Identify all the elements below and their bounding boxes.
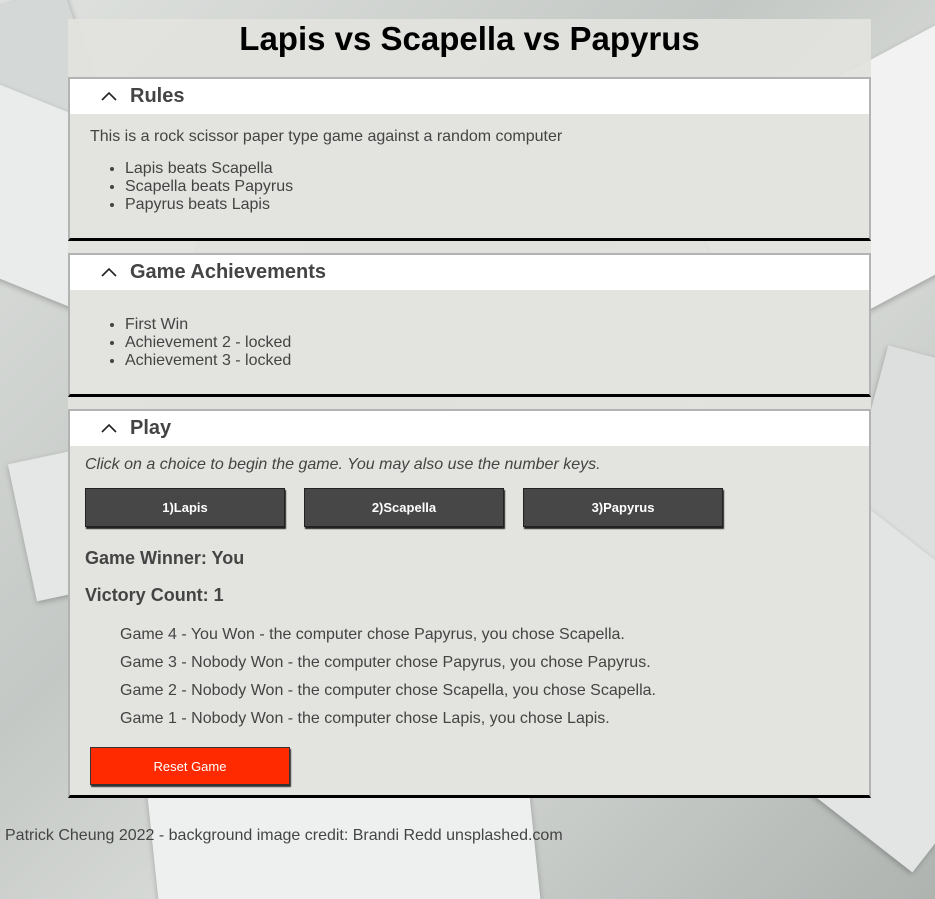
achievement-item: Achievement 3 - locked	[125, 352, 849, 370]
footer-credit: Patrick Cheung 2022 - background image c…	[5, 827, 563, 844]
reset-game-button[interactable]: Reset Game	[90, 747, 290, 785]
papyrus-button[interactable]: 3)Papyrus	[523, 488, 723, 527]
play-title: Play	[130, 417, 172, 439]
game-winner: Game Winner: You	[85, 548, 245, 568]
achievements-title: Game Achievements	[130, 261, 327, 283]
rules-body: This is a rock scissor paper type game a…	[70, 114, 869, 238]
rule-item: Scapella beats Papyrus	[125, 178, 849, 196]
rules-section: Rules This is a rock scissor paper type …	[68, 77, 871, 241]
rule-item: Papyrus beats Lapis	[125, 196, 849, 214]
page-title: Lapis vs Scapella vs Papyrus	[239, 20, 700, 57]
play-header[interactable]: Play	[70, 411, 869, 446]
rules-title: Rules	[130, 85, 185, 107]
scapella-button[interactable]: 2)Scapella	[304, 488, 504, 527]
victory-count: Victory Count: 1	[85, 585, 224, 605]
play-body: Click on a choice to begin the game. You…	[70, 446, 869, 795]
choice-buttons: 1)Lapis 2)Scapella 3)Papyrus	[85, 488, 854, 527]
history-item: Game 4 - You Won - the computer chose Pa…	[120, 626, 625, 643]
history-item: Game 1 - Nobody Won - the computer chose…	[120, 710, 610, 727]
play-instructions: Click on a choice to begin the game. You…	[85, 456, 601, 473]
game-history: Game 4 - You Won - the computer chose Pa…	[85, 621, 854, 733]
rules-intro: This is a rock scissor paper type game a…	[90, 128, 563, 145]
rules-header[interactable]: Rules	[70, 79, 869, 114]
rule-item: Lapis beats Scapella	[125, 160, 849, 178]
achievements-body: First Win Achievement 2 - locked Achieve…	[70, 290, 869, 394]
achievements-section: Game Achievements First Win Achievement …	[68, 253, 871, 397]
chevron-up-icon	[101, 267, 117, 277]
history-item: Game 2 - Nobody Won - the computer chose…	[120, 682, 656, 699]
achievement-item: Achievement 2 - locked	[125, 334, 849, 352]
history-item: Game 3 - Nobody Won - the computer chose…	[120, 654, 651, 671]
achievement-item: First Win	[125, 316, 849, 334]
play-section: Play Click on a choice to begin the game…	[68, 409, 871, 798]
chevron-up-icon	[101, 91, 117, 101]
lapis-button[interactable]: 1)Lapis	[85, 488, 285, 527]
chevron-up-icon	[101, 423, 117, 433]
achievements-list: First Win Achievement 2 - locked Achieve…	[90, 316, 849, 370]
achievements-header[interactable]: Game Achievements	[70, 255, 869, 290]
rules-list: Lapis beats Scapella Scapella beats Papy…	[90, 160, 849, 214]
main-container: Lapis vs Scapella vs Papyrus Rules This …	[68, 19, 871, 798]
